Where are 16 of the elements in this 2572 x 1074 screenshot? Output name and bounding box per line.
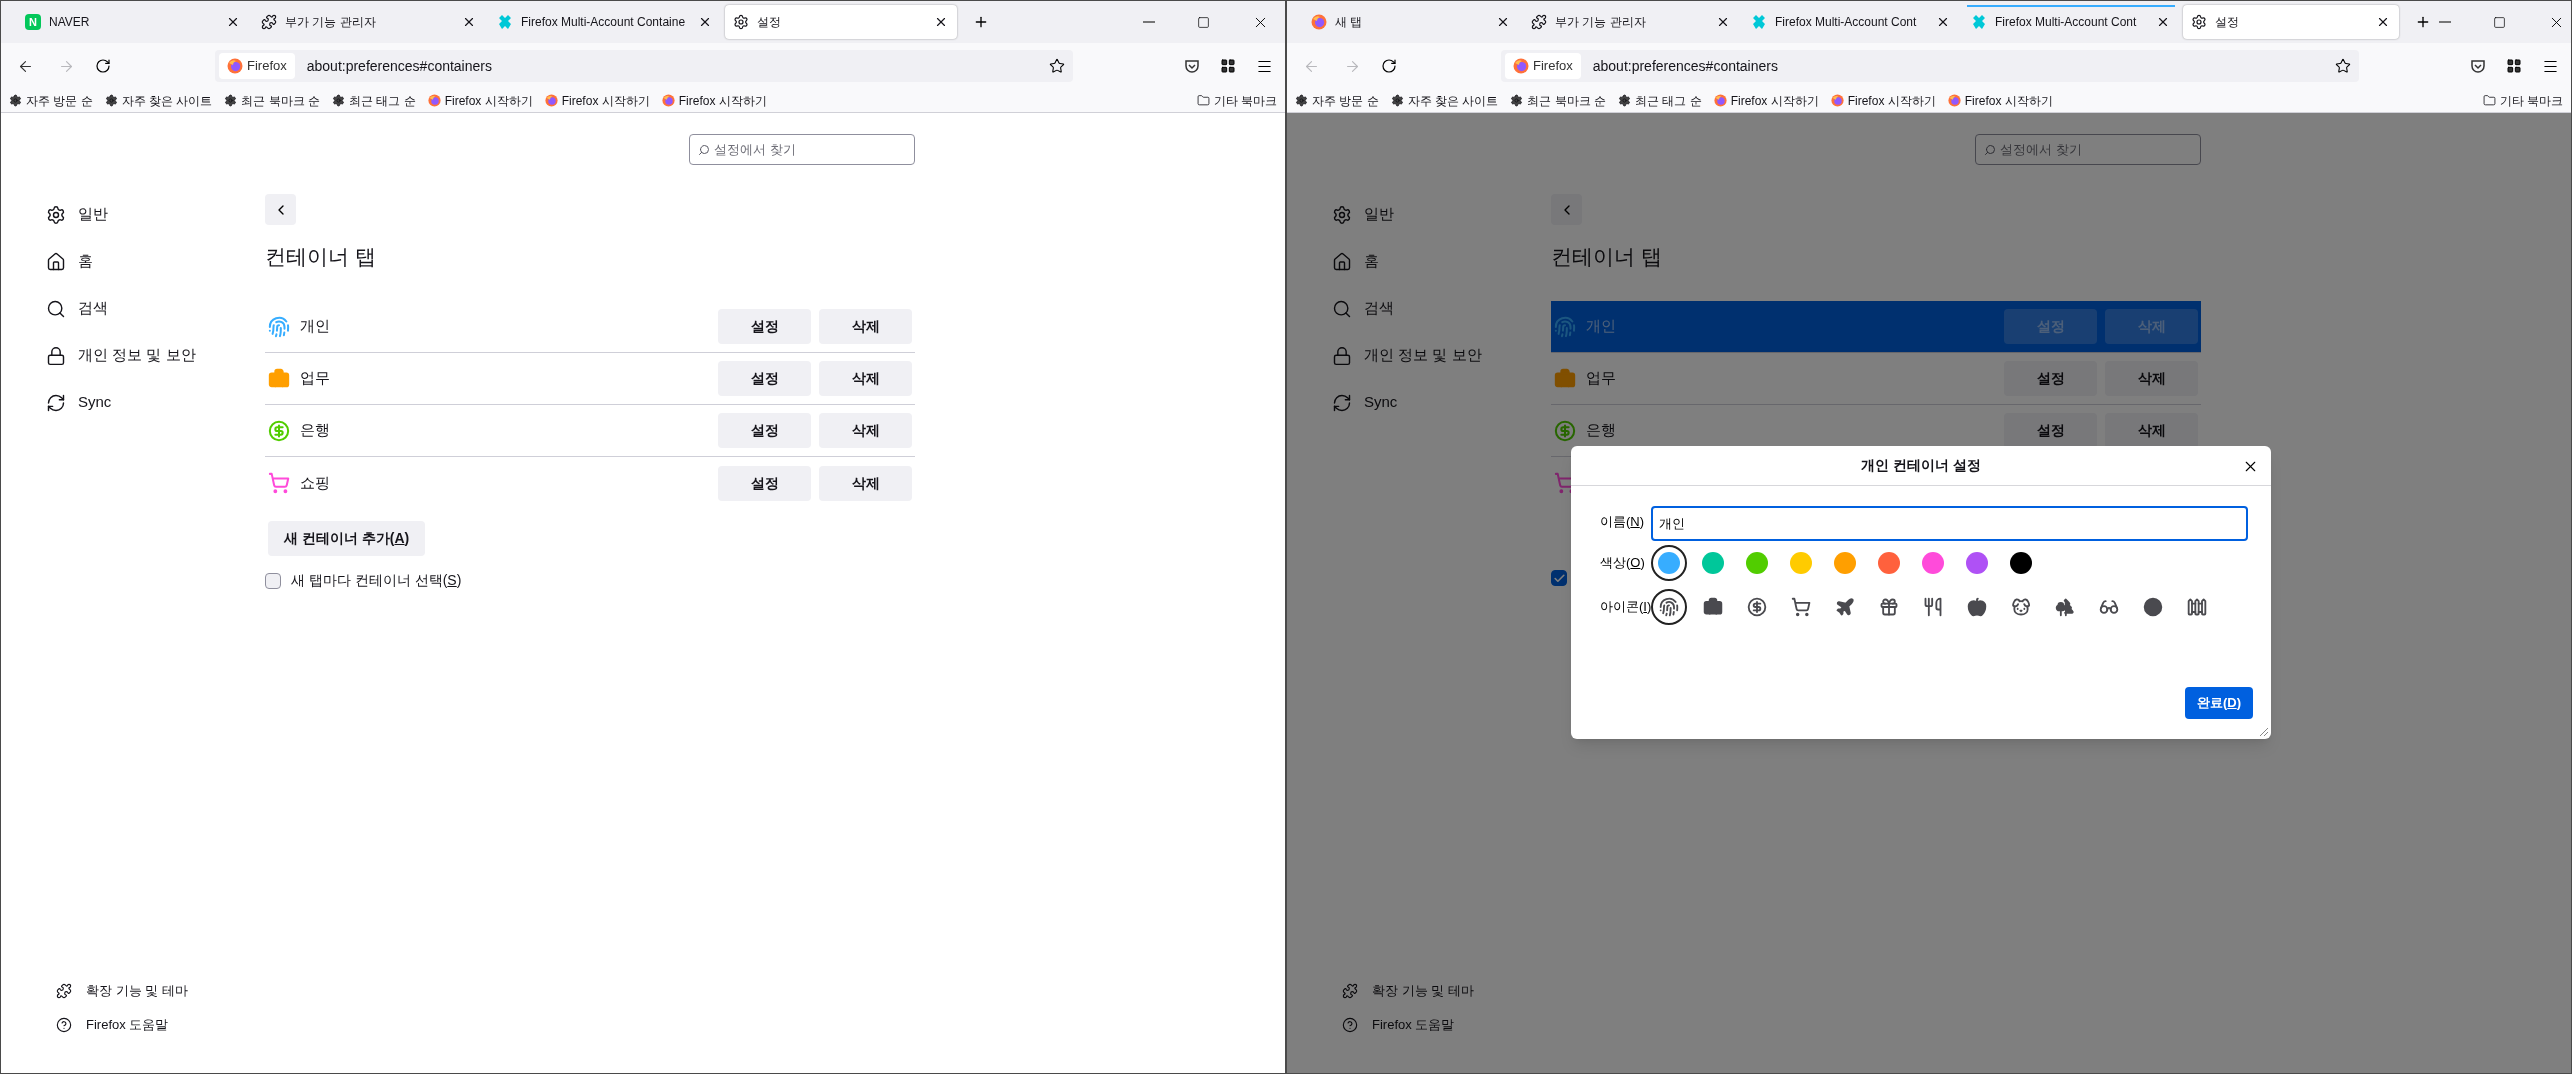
- container-name: 업무: [300, 368, 330, 389]
- container-name: 개인: [300, 316, 330, 337]
- page-heading: 컨테이너 탭: [265, 244, 377, 270]
- checkbox-label: 새 탭마다 컨테이너 선택(S): [291, 571, 462, 590]
- page-heading: 컨테이너 탭: [1551, 244, 1663, 270]
- container-name: 업무: [1586, 368, 1616, 389]
- field-label: 색상(O): [1600, 554, 1646, 573]
- container-name: 개인: [1586, 316, 1616, 337]
- site-favicon: N: [25, 14, 41, 30]
- url-text: about:preferences#containers: [1592, 56, 1778, 76]
- url-text: about:preferences#containers: [306, 56, 492, 76]
- container-name: 은행: [1586, 420, 1616, 441]
- container-name: 은행: [300, 420, 330, 441]
- field-label: 이름(N): [1600, 513, 1646, 531]
- dialog-title: 개인 컨테이너 설정: [1861, 456, 1981, 475]
- container-name: 쇼핑: [300, 472, 330, 493]
